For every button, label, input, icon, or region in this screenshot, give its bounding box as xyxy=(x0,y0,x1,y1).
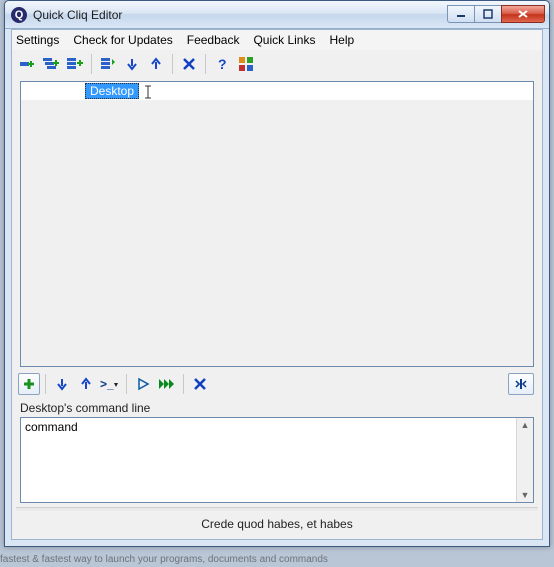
add-separator-icon xyxy=(67,56,83,72)
cmd-move-up-button[interactable] xyxy=(75,373,97,395)
run-button[interactable] xyxy=(132,373,154,395)
add-item-icon xyxy=(19,56,35,72)
add-folder-icon xyxy=(43,56,59,72)
main-toolbar: ? xyxy=(12,50,542,79)
toolbar-separator xyxy=(126,374,127,394)
help-icon: ? xyxy=(215,57,229,71)
delete-button[interactable] xyxy=(178,53,200,75)
maximize-icon xyxy=(483,9,493,19)
add-separator-button[interactable] xyxy=(64,53,86,75)
scrollbar[interactable]: ▲ ▼ xyxy=(516,418,533,502)
menu-bar: Settings Check for Updates Feedback Quic… xyxy=(12,30,542,50)
cmd-move-down-button[interactable] xyxy=(51,373,73,395)
close-button[interactable] xyxy=(501,5,545,23)
move-down-button[interactable] xyxy=(121,53,143,75)
collapse-panel-button[interactable] xyxy=(508,373,534,395)
tree-item-desktop[interactable]: Desktop xyxy=(85,83,139,99)
minimize-button[interactable] xyxy=(447,5,475,23)
add-command-button[interactable] xyxy=(18,373,40,395)
arrow-down-icon xyxy=(125,57,139,71)
command-toolbar: >_ xyxy=(12,367,542,399)
command-textarea[interactable]: command ▲ ▼ xyxy=(20,417,534,503)
menu-settings[interactable]: Settings xyxy=(16,33,59,47)
arrow-down-icon xyxy=(55,377,69,391)
options-button[interactable] xyxy=(235,53,257,75)
move-up-button[interactable] xyxy=(145,53,167,75)
app-icon: Q xyxy=(11,7,27,23)
scroll-up-icon[interactable]: ▲ xyxy=(521,418,530,432)
footer-motto: Crede quod habes, et habes xyxy=(12,511,542,539)
clear-command-button[interactable] xyxy=(189,373,211,395)
command-line-label: Desktop's command line xyxy=(20,401,534,415)
background-text: fastest & fastest way to launch your pro… xyxy=(0,554,328,565)
add-item-button[interactable] xyxy=(16,53,38,75)
app-window: Q Quick Cliq Editor Settings Check for U… xyxy=(4,0,550,547)
options-icon xyxy=(238,56,254,72)
svg-text:>_: >_ xyxy=(100,377,114,391)
tree-row: Desktop xyxy=(21,82,533,100)
svg-text:?: ? xyxy=(218,56,227,72)
play-icon xyxy=(137,378,149,390)
duplicate-icon xyxy=(100,56,116,72)
plus-icon xyxy=(23,378,35,390)
delete-icon xyxy=(193,377,207,391)
arrow-up-icon xyxy=(149,57,163,71)
minimize-icon xyxy=(456,9,466,19)
window-title: Quick Cliq Editor xyxy=(33,8,448,22)
text-cursor-icon xyxy=(143,85,153,102)
menu-check-updates[interactable]: Check for Updates xyxy=(73,33,172,47)
run-menu-button[interactable]: >_ xyxy=(99,373,121,395)
collapse-icon xyxy=(513,379,529,389)
fast-forward-icon xyxy=(158,378,176,390)
prompt-dropdown-icon: >_ xyxy=(100,377,120,391)
titlebar[interactable]: Q Quick Cliq Editor xyxy=(5,1,549,29)
close-icon xyxy=(517,9,529,19)
toolbar-separator xyxy=(91,54,92,74)
run-all-button[interactable] xyxy=(156,373,178,395)
window-buttons xyxy=(448,5,545,25)
help-button[interactable]: ? xyxy=(211,53,233,75)
arrow-up-icon xyxy=(79,377,93,391)
add-folder-button[interactable] xyxy=(40,53,62,75)
toolbar-separator xyxy=(172,54,173,74)
duplicate-button[interactable] xyxy=(97,53,119,75)
toolbar-separator xyxy=(205,54,206,74)
command-text[interactable]: command xyxy=(21,418,516,502)
toolbar-separator xyxy=(45,374,46,394)
menu-feedback[interactable]: Feedback xyxy=(187,33,240,47)
toolbar-separator xyxy=(183,374,184,394)
maximize-button[interactable] xyxy=(474,5,502,23)
menu-quick-links[interactable]: Quick Links xyxy=(253,33,315,47)
scroll-down-icon[interactable]: ▼ xyxy=(521,488,530,502)
delete-icon xyxy=(182,57,196,71)
menu-help[interactable]: Help xyxy=(329,33,354,47)
tree-view[interactable]: Desktop xyxy=(20,81,534,367)
